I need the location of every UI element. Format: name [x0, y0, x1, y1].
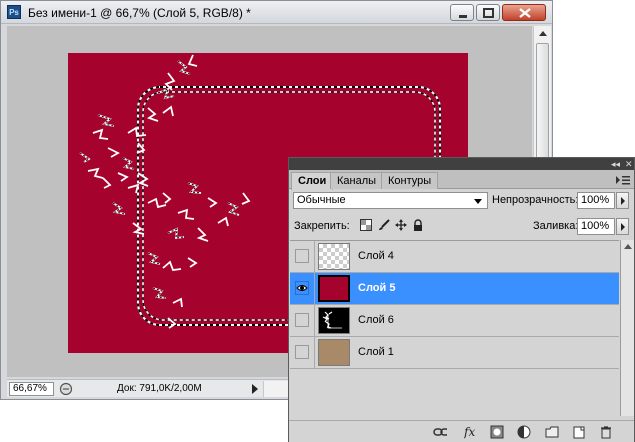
new-group-folder-icon[interactable] [545, 425, 559, 439]
column-divider [314, 337, 315, 369]
lock-all-icon[interactable] [412, 219, 424, 231]
lock-position-move-icon[interactable] [395, 219, 407, 231]
svg-text:fx: fx [464, 425, 475, 439]
trash-delete-layer-icon[interactable] [599, 425, 613, 439]
panel-menu-icon[interactable] [616, 175, 630, 185]
document-titlebar[interactable]: Ps Без имени-1 @ 66,7% (Слой 5, RGB/8) * [1, 1, 552, 24]
layer-thumbnail [318, 307, 350, 334]
eye-icon [296, 285, 308, 291]
ornament-thumbnail-icon [322, 311, 342, 329]
column-divider [314, 273, 315, 305]
maximize-icon [483, 8, 494, 18]
scroll-up-icon[interactable] [624, 244, 632, 249]
document-title: Без имени-1 @ 66,7% (Слой 5, RGB/8) * [28, 6, 251, 20]
layer-thumbnail [318, 243, 350, 270]
status-menu-arrow-icon[interactable] [250, 383, 260, 395]
layer-row[interactable]: Слой 6 [290, 305, 619, 337]
tab-paths[interactable]: Контуры [381, 172, 439, 189]
column-divider [314, 241, 315, 273]
collapse-panel-icon[interactable]: ◂◂ [611, 159, 620, 169]
layer-name: Слой 1 [358, 346, 394, 358]
layer-row[interactable]: Слой 4 [290, 241, 619, 273]
layer-row[interactable]: Слой 1 [290, 337, 619, 369]
panel-tabs: Слои Каналы Контуры [289, 170, 634, 190]
lock-label: Закрепить: [294, 220, 350, 232]
close-button[interactable] [502, 4, 546, 21]
scroll-up-icon[interactable] [539, 31, 547, 36]
opacity-slider-button[interactable] [616, 192, 629, 209]
opacity-field[interactable]: 100% [577, 192, 615, 209]
panel-header-strip: ◂◂ ✕ [289, 158, 634, 170]
layer-name: Слой 6 [358, 314, 394, 326]
layers-panel: ◂◂ ✕ Слои Каналы Контуры Обычные Непрозр… [288, 157, 635, 442]
close-panel-icon[interactable]: ✕ [625, 159, 633, 169]
column-divider [314, 305, 315, 337]
maximize-button[interactable] [476, 4, 500, 21]
layer-thumbnail [318, 339, 350, 366]
layers-list-scrollbar[interactable] [620, 240, 634, 416]
fill-slider-button[interactable] [616, 218, 629, 235]
document-size-info: Док: 791,0K/2,00M [117, 383, 202, 394]
chevron-down-icon [474, 199, 482, 204]
layer-thumbnail [318, 275, 350, 302]
minimize-button[interactable] [450, 4, 474, 21]
tab-channels[interactable]: Каналы [330, 172, 384, 189]
layers-list: Слой 4 Слой 5 Слой 6 Слой 1 [290, 240, 619, 416]
add-mask-icon[interactable] [490, 425, 504, 439]
navigator-icon[interactable] [59, 382, 73, 396]
tab-layers[interactable]: Слои [291, 172, 334, 190]
lock-image-pixels-brush-icon[interactable] [378, 219, 390, 231]
opacity-label: Непрозрачность: [492, 194, 579, 206]
fill-label: Заливка: [533, 220, 579, 232]
adjustment-layer-icon[interactable] [517, 425, 531, 439]
new-layer-icon[interactable] [572, 425, 586, 439]
link-layers-icon[interactable] [433, 425, 447, 439]
fill-field[interactable]: 100% [577, 218, 615, 235]
fx-layer-style-icon[interactable]: fx [464, 425, 478, 439]
zoom-level-field[interactable]: 66,67% [9, 382, 54, 396]
close-icon [519, 8, 531, 18]
visibility-toggle[interactable] [295, 313, 309, 327]
photoshop-app-icon: Ps [7, 5, 21, 19]
layer-name: Слой 5 [358, 282, 396, 294]
lock-transparent-pixels-icon[interactable] [360, 219, 372, 231]
visibility-toggle[interactable] [295, 281, 309, 295]
visibility-toggle[interactable] [295, 345, 309, 359]
panel-bottom-toolbar: fx [289, 420, 634, 442]
layer-name: Слой 4 [358, 250, 394, 262]
blend-mode-select[interactable]: Обычные [293, 192, 488, 209]
layer-row[interactable]: Слой 5 [290, 273, 619, 305]
floral-ornament [79, 54, 251, 329]
blend-mode-value: Обычные [297, 194, 346, 206]
visibility-toggle[interactable] [295, 249, 309, 263]
minimize-icon [459, 15, 467, 18]
